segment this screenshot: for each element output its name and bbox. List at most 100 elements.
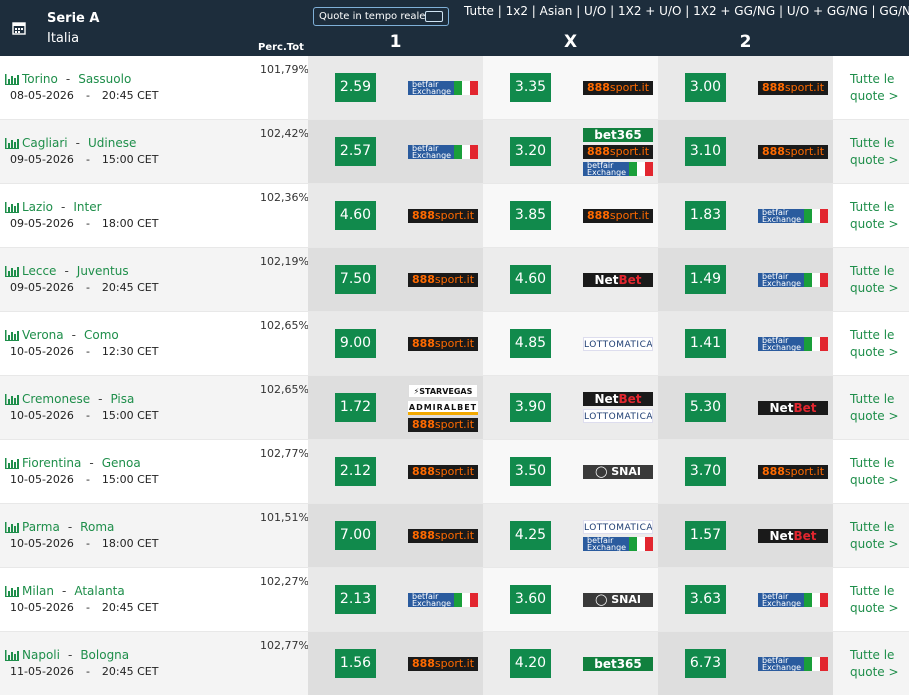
home-team[interactable]: Milan xyxy=(22,584,54,598)
bookmaker-betfair-logo[interactable]: betfair Exchange xyxy=(408,80,478,95)
bookmaker-lottomatica-logo[interactable]: LOTTOMATICA xyxy=(583,520,653,534)
bookmaker-snai-logo[interactable]: ◯ SNAI xyxy=(583,464,653,479)
odds-value[interactable]: 2.13 xyxy=(335,585,376,614)
match-teams-link[interactable]: Parma - Roma xyxy=(5,520,158,534)
all-odds-link[interactable]: Tutte le quote > xyxy=(850,199,905,233)
match-teams-link[interactable]: Cagliari - Udinese xyxy=(5,136,158,150)
bookmaker-lottomatica-logo[interactable]: LOTTOMATICA xyxy=(583,336,653,351)
all-odds-link[interactable]: Tutte le quote > xyxy=(850,583,905,617)
stats-chart-icon[interactable] xyxy=(5,457,19,469)
bookmaker-bet365-logo[interactable]: bet365 xyxy=(583,127,653,142)
odds-value[interactable]: 3.85 xyxy=(510,201,551,230)
away-team[interactable]: Juventus xyxy=(77,264,129,278)
odds-value[interactable]: 3.63 xyxy=(685,585,726,614)
odds-value[interactable]: 4.85 xyxy=(510,329,551,358)
bookmaker-888sport-logo[interactable]: 888sport.it xyxy=(758,80,828,95)
odds-value[interactable]: 4.25 xyxy=(510,521,551,550)
odds-value[interactable]: 3.70 xyxy=(685,457,726,486)
odds-value[interactable]: 2.57 xyxy=(335,137,376,166)
odds-value[interactable]: 1.56 xyxy=(335,649,376,678)
stats-chart-icon[interactable] xyxy=(5,265,19,277)
bookmaker-888sport-logo[interactable]: 888sport.it xyxy=(583,208,653,223)
match-teams-link[interactable]: Fiorentina - Genoa xyxy=(5,456,158,470)
odds-value[interactable]: 4.20 xyxy=(510,649,551,678)
bookmaker-888sport-logo[interactable]: 888sport.it xyxy=(408,464,478,479)
away-team[interactable]: Como xyxy=(84,328,119,342)
odds-value[interactable]: 9.00 xyxy=(335,329,376,358)
stats-chart-icon[interactable] xyxy=(5,201,19,213)
odds-value[interactable]: 5.30 xyxy=(685,393,726,422)
odds-value[interactable]: 4.60 xyxy=(335,201,376,230)
bookmaker-888sport-logo[interactable]: 888sport.it xyxy=(408,336,478,351)
live-odds-toggle[interactable]: Quote in tempo reale xyxy=(313,7,449,26)
all-odds-link[interactable]: Tutte le quote > xyxy=(850,263,905,297)
stats-chart-icon[interactable] xyxy=(5,649,19,661)
home-team[interactable]: Torino xyxy=(22,72,58,86)
odds-value[interactable]: 6.73 xyxy=(685,649,726,678)
bookmaker-betfair-logo[interactable]: betfair Exchange xyxy=(583,537,653,551)
bookmaker-888sport-logo[interactable]: 888sport.it xyxy=(758,144,828,159)
stats-chart-icon[interactable] xyxy=(5,329,19,341)
odds-value[interactable]: 1.57 xyxy=(685,521,726,550)
bookmaker-betfair-logo[interactable]: betfair Exchange xyxy=(583,161,653,176)
bookmaker-netbet-logo[interactable]: NetBet xyxy=(758,400,828,415)
bookmaker-betfair-logo[interactable]: betfair Exchange xyxy=(758,272,828,287)
bookmaker-888sport-logo[interactable]: 888sport.it xyxy=(408,656,478,671)
match-teams-link[interactable]: Napoli - Bologna xyxy=(5,648,158,662)
home-team[interactable]: Cagliari xyxy=(22,136,68,150)
bookmaker-betfair-logo[interactable]: betfair Exchange xyxy=(408,592,478,607)
match-teams-link[interactable]: Milan - Atalanta xyxy=(5,584,158,598)
bookmaker-888sport-logo[interactable]: 888sport.it xyxy=(583,80,653,95)
odds-value[interactable]: 2.59 xyxy=(335,73,376,102)
bookmaker-888sport-logo[interactable]: 888sport.it xyxy=(583,144,653,159)
odds-value[interactable]: 3.35 xyxy=(510,73,551,102)
home-team[interactable]: Cremonese xyxy=(22,392,90,406)
stats-chart-icon[interactable] xyxy=(5,73,19,85)
bookmaker-betfair-logo[interactable]: betfair Exchange xyxy=(758,208,828,223)
odds-value[interactable]: 3.10 xyxy=(685,137,726,166)
odds-value[interactable]: 1.83 xyxy=(685,201,726,230)
stats-chart-icon[interactable] xyxy=(5,137,19,149)
bookmaker-888sport-logo[interactable]: 888sport.it xyxy=(408,272,478,287)
away-team[interactable]: Sassuolo xyxy=(78,72,131,86)
bookmaker-bet365-logo[interactable]: bet365 xyxy=(583,656,653,671)
home-team[interactable]: Lecce xyxy=(22,264,56,278)
bookmaker-betfair-logo[interactable]: betfair Exchange xyxy=(758,336,828,351)
bookmaker-888sport-logo[interactable]: 888sport.it xyxy=(408,417,478,432)
odds-value[interactable]: 7.00 xyxy=(335,521,376,550)
all-odds-link[interactable]: Tutte le quote > xyxy=(850,519,905,553)
away-team[interactable]: Pisa xyxy=(110,392,134,406)
bookmaker-netbet-logo[interactable]: NetBet xyxy=(583,392,653,406)
home-team[interactable]: Verona xyxy=(22,328,64,342)
odds-value[interactable]: 3.50 xyxy=(510,457,551,486)
bookmaker-netbet-logo[interactable]: NetBet xyxy=(583,272,653,287)
bookmaker-888sport-logo[interactable]: 888sport.it xyxy=(408,208,478,223)
match-teams-link[interactable]: Lecce - Juventus xyxy=(5,264,158,278)
odds-value[interactable]: 3.60 xyxy=(510,585,551,614)
away-team[interactable]: Udinese xyxy=(88,136,136,150)
away-team[interactable]: Bologna xyxy=(80,648,129,662)
bookmaker-lottomatica-logo[interactable]: LOTTOMATICA xyxy=(583,409,653,423)
odds-value[interactable]: 7.50 xyxy=(335,265,376,294)
stats-chart-icon[interactable] xyxy=(5,521,19,533)
bookmaker-betfair-logo[interactable]: betfair Exchange xyxy=(758,656,828,671)
bookmaker-betfair-logo[interactable]: betfair Exchange xyxy=(408,144,478,159)
odds-value[interactable]: 2.12 xyxy=(335,457,376,486)
all-odds-link[interactable]: Tutte le quote > xyxy=(850,327,905,361)
odds-value[interactable]: 3.00 xyxy=(685,73,726,102)
home-team[interactable]: Lazio xyxy=(22,200,53,214)
away-team[interactable]: Genoa xyxy=(102,456,141,470)
bookmaker-netbet-logo[interactable]: NetBet xyxy=(758,528,828,543)
odds-value[interactable]: 3.20 xyxy=(510,137,551,166)
away-team[interactable]: Roma xyxy=(80,520,114,534)
odds-value[interactable]: 1.41 xyxy=(685,329,726,358)
match-teams-link[interactable]: Verona - Como xyxy=(5,328,158,342)
home-team[interactable]: Parma xyxy=(22,520,60,534)
bookmaker-snai-logo[interactable]: ◯ SNAI xyxy=(583,592,653,607)
calendar-icon[interactable] xyxy=(0,0,38,56)
match-teams-link[interactable]: Torino - Sassuolo xyxy=(5,72,158,86)
bookmaker-betfair-logo[interactable]: betfair Exchange xyxy=(758,592,828,607)
bookmaker-starvegas-logo[interactable]: ⚡STARVEGAS xyxy=(408,383,478,398)
all-odds-link[interactable]: Tutte le quote > xyxy=(850,71,905,105)
odds-value[interactable]: 1.72 xyxy=(335,393,376,422)
